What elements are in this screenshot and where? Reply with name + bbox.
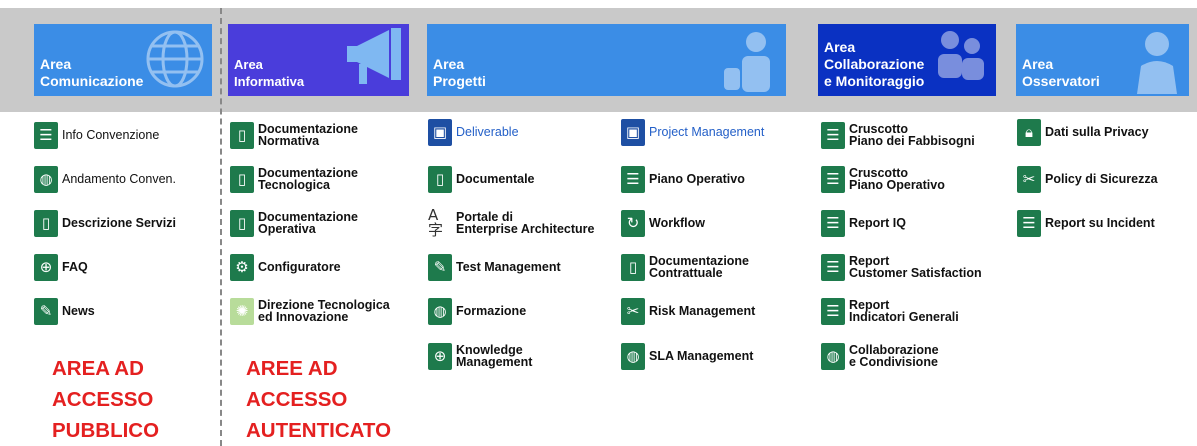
link-info-convenzione[interactable]: ☰ Info Convenzione <box>34 119 159 151</box>
list-doc-icon: ☰ <box>1017 209 1041 237</box>
link-cruscotto-piano-fabbisogni[interactable]: ☰ Cruscotto Piano dei Fabbisogni <box>821 119 975 151</box>
link-direzione-tecnologica[interactable]: ✺ Direzione Tecnologica ed Innovazione <box>230 295 390 327</box>
link-documentazione-contrattuale[interactable]: ▯ Documentazione Contrattuale <box>621 251 749 283</box>
web-page-icon: ⊕ <box>34 253 58 281</box>
link-report-customer-satisfaction[interactable]: ☰ Report Customer Satisfaction <box>821 251 982 283</box>
link-piano-operativo[interactable]: ☰ Piano Operativo <box>621 163 745 195</box>
list-doc-icon: ☰ <box>621 165 645 193</box>
globe-icon: ◍ <box>34 165 58 193</box>
area-title: Area Progetti <box>433 56 486 89</box>
link-report-iq[interactable]: ☰ Report IQ <box>821 207 906 239</box>
link-deliverable[interactable]: ▣ Deliverable <box>428 116 519 148</box>
area-collaborazione-header[interactable]: Area Collaborazione e Monitoraggio <box>818 24 996 96</box>
list-doc-icon: ☰ <box>821 297 845 325</box>
document-icon: ▯ <box>34 209 58 237</box>
edit-doc-icon: ✎ <box>34 297 58 325</box>
link-configuratore[interactable]: ⚙ Configuratore <box>230 251 341 283</box>
document-icon: ▯ <box>230 165 254 193</box>
web-page-icon: ⊕ <box>428 342 452 370</box>
link-report-incident[interactable]: ☰ Report su Incident <box>1017 207 1155 239</box>
link-collaborazione-condivisione[interactable]: ◍ Collaborazione e Condivisione <box>821 340 939 372</box>
link-test-management[interactable]: ✎ Test Management <box>428 251 561 283</box>
list-doc-icon: ☰ <box>821 121 845 149</box>
list-doc-icon: ☰ <box>34 121 58 149</box>
scissors-icon: ✂ <box>1017 165 1041 193</box>
link-descrizione-servizi[interactable]: ▯ Descrizione Servizi <box>34 207 176 239</box>
document-icon: ▯ <box>428 165 452 193</box>
edit-doc-icon: ✎ <box>428 253 452 281</box>
people-icon <box>938 31 984 80</box>
area-osservatori-header[interactable]: Area Osservatori <box>1016 24 1189 96</box>
lock-icon: 🔒︎ <box>1017 118 1041 146</box>
area-title: Area Comunicazione <box>40 56 144 89</box>
area-comunicazione-header[interactable]: Area Comunicazione <box>34 24 212 96</box>
area-title: Area Collaborazione e Monitoraggio <box>824 39 925 89</box>
lightbulb-icon: ✺ <box>230 297 254 325</box>
translate-icon: A字 <box>428 208 452 238</box>
link-dati-privacy[interactable]: 🔒︎ Dati sulla Privacy <box>1017 116 1149 148</box>
link-news[interactable]: ✎ News <box>34 295 95 327</box>
globe-icon <box>146 30 204 88</box>
list-doc-icon: ☰ <box>821 209 845 237</box>
link-faq[interactable]: ⊕ FAQ <box>34 251 88 283</box>
link-cruscotto-piano-operativo[interactable]: ☰ Cruscotto Piano Operativo <box>821 163 945 195</box>
link-andamento-convenzione[interactable]: ◍ Andamento Conven. <box>34 163 176 195</box>
globe-icon: ◍ <box>428 297 452 325</box>
workflow-icon: ↻ <box>621 209 645 237</box>
link-sla-management[interactable]: ◍ SLA Management <box>621 340 753 372</box>
area-title: Area Informativa <box>234 57 305 89</box>
person-icon <box>1137 32 1177 94</box>
link-report-indicatori-generali[interactable]: ☰ Report Indicatori Generali <box>821 295 959 327</box>
megaphone-icon <box>347 28 401 84</box>
area-title: Area Osservatori <box>1022 56 1100 89</box>
public-private-divider <box>220 8 222 446</box>
area-progetti-header[interactable]: Area Progetti <box>427 24 786 96</box>
id-card-icon <box>724 32 770 92</box>
link-documentale[interactable]: ▯ Documentale <box>428 163 535 195</box>
link-documentazione-operativa[interactable]: ▯ Documentazione Operativa <box>230 207 358 239</box>
link-documentazione-tecnologica[interactable]: ▯ Documentazione Tecnologica <box>230 163 358 195</box>
link-policy-sicurezza[interactable]: ✂ Policy di Sicurezza <box>1017 163 1158 195</box>
access-public-note: AREA AD ACCESSO PUBBLICO <box>52 357 160 442</box>
document-icon: ▯ <box>230 121 254 149</box>
id-card-icon: ▣ <box>428 118 452 146</box>
link-formazione[interactable]: ◍ Formazione <box>428 295 526 327</box>
area-informativa-header[interactable]: Area Informativa <box>228 24 409 96</box>
link-documentazione-normativa[interactable]: ▯ Documentazione Normativa <box>230 119 358 151</box>
access-authenticated-note: AREE AD ACCESSO AUTENTICATO <box>246 357 392 442</box>
link-project-management[interactable]: ▣ Project Management <box>621 116 764 148</box>
scissors-icon: ✂ <box>621 297 645 325</box>
link-risk-management[interactable]: ✂ Risk Management <box>621 295 755 327</box>
list-doc-icon: ☰ <box>821 165 845 193</box>
list-doc-icon: ☰ <box>821 253 845 281</box>
document-icon: ▯ <box>621 253 645 281</box>
link-knowledge-management[interactable]: ⊕ Knowledge Management <box>428 340 532 372</box>
gear-icon: ⚙ <box>230 253 254 281</box>
link-workflow[interactable]: ↻ Workflow <box>621 207 705 239</box>
globe-icon: ◍ <box>821 342 845 370</box>
globe-icon: ◍ <box>621 342 645 370</box>
document-icon: ▯ <box>230 209 254 237</box>
link-portale-enterprise-architecture[interactable]: A字 Portale di Enterprise Architecture <box>428 207 594 239</box>
id-card-icon: ▣ <box>621 118 645 146</box>
